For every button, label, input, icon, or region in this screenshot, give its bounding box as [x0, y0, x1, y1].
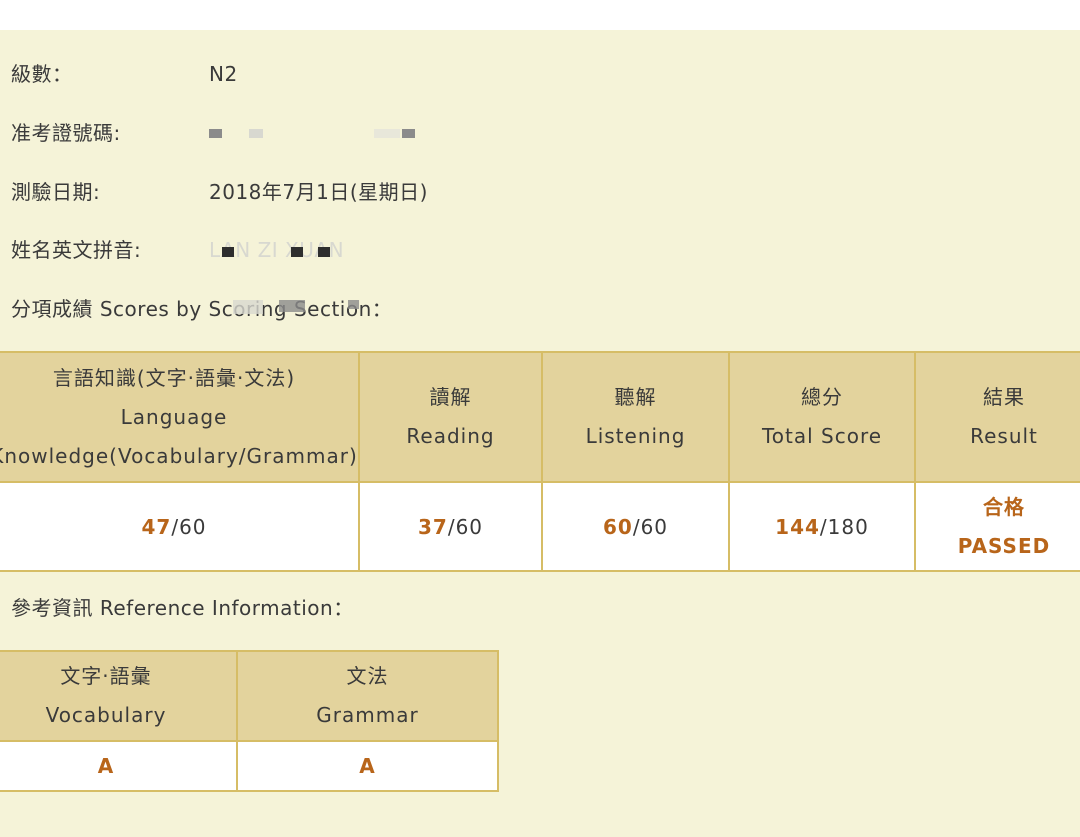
- score-reading-max: /60: [447, 514, 484, 539]
- name-value: LAN ZI XUAN: [209, 235, 369, 265]
- header-vocabulary-zh: 文字·語彙: [60, 664, 152, 688]
- score-language-knowledge: 47/60: [0, 481, 360, 572]
- scores-section-title-text: 分項成績 Scores by Scoring Section：: [11, 297, 393, 321]
- score-language-knowledge-max: /60: [171, 514, 207, 539]
- header-listening-zh: 聽解: [614, 385, 657, 409]
- score-reading-value: 37: [417, 514, 448, 539]
- scores-table: 言語知識(文字·語彙·文法) Language Knowledge(Vocabu…: [0, 351, 1080, 572]
- header-vocabulary: 文字·語彙 Vocabulary: [0, 650, 238, 742]
- header-total-score-zh: 總分: [801, 385, 843, 409]
- header-listening: 聽解 Listening: [541, 351, 730, 483]
- level-value: N2: [209, 62, 238, 86]
- level-label: 級數：: [11, 62, 73, 86]
- header-grammar-zh: 文法: [346, 664, 389, 688]
- score-language-knowledge-value: 47: [141, 514, 172, 539]
- header-reading: 讀解 Reading: [358, 351, 543, 483]
- score-reading: 37/60: [358, 481, 543, 572]
- header-listening-en: Listening: [585, 424, 686, 448]
- header-language-knowledge-zh: 言語知識(文字·語彙·文法): [52, 365, 296, 390]
- name-label: 姓名英文拼音:: [11, 238, 142, 262]
- header-result-en: Result: [970, 424, 1038, 448]
- header-grammar: 文法 Grammar: [236, 650, 499, 742]
- registration-number-label: 准考證號碼:: [11, 121, 121, 145]
- header-total-score: 總分 Total Score: [728, 351, 916, 483]
- result-cell: 合格 PASSED: [914, 481, 1080, 572]
- scores-section-title: 分項成績 Scores by Scoring Section：: [11, 294, 392, 324]
- vocabulary-grade: A: [97, 754, 115, 778]
- score-total: 144/180: [728, 481, 916, 572]
- reference-header-row: 文字·語彙 Vocabulary 文法 Grammar: [0, 650, 499, 742]
- header-result: 結果 Result: [914, 351, 1080, 483]
- result-en: PASSED: [957, 533, 1051, 558]
- score-total-max: /180: [819, 514, 869, 539]
- scores-header-row: 言語知識(文字·語彙·文法) Language Knowledge(Vocabu…: [0, 351, 1080, 483]
- reference-grammar-grade: A: [236, 740, 499, 792]
- score-listening-max: /60: [632, 514, 669, 539]
- header-total-score-en: Total Score: [761, 424, 883, 448]
- header-grammar-en: Grammar: [316, 703, 419, 727]
- header-language-knowledge-en2: Knowledge(Vocabulary/Grammar): [0, 443, 358, 468]
- reference-table: 文字·語彙 Vocabulary 文法 Grammar A A: [0, 650, 499, 792]
- score-listening-value: 60: [602, 514, 633, 539]
- header-result-zh: 結果: [983, 385, 1025, 409]
- result-zh: 合格: [983, 494, 1025, 519]
- score-total-value: 144: [775, 514, 820, 539]
- test-date-value: 2018年7月1日(星期日): [209, 180, 428, 204]
- scores-value-row: 47/60 37/60 60/60 144/180 合格 PASSED: [0, 481, 1080, 572]
- header-language-knowledge-en1: Language: [120, 404, 228, 429]
- header-vocabulary-en: Vocabulary: [45, 703, 167, 727]
- header-reading-en: Reading: [406, 424, 495, 448]
- reference-value-row: A A: [0, 740, 499, 792]
- header-reading-zh: 讀解: [429, 385, 472, 409]
- grammar-grade: A: [359, 754, 376, 778]
- reference-section-title: 參考資訊 Reference Information：: [11, 596, 354, 620]
- header-language-knowledge: 言語知識(文字·語彙·文法) Language Knowledge(Vocabu…: [0, 351, 360, 483]
- registration-number-redacted: [209, 118, 449, 148]
- test-date-label: 測驗日期:: [11, 180, 101, 204]
- score-listening: 60/60: [541, 481, 730, 572]
- score-report-panel: 級數： N2 准考證號碼: 測驗日期: 2018年7月1日(星期日) 姓名英文拼…: [0, 30, 1080, 837]
- reference-vocabulary-grade: A: [0, 740, 238, 792]
